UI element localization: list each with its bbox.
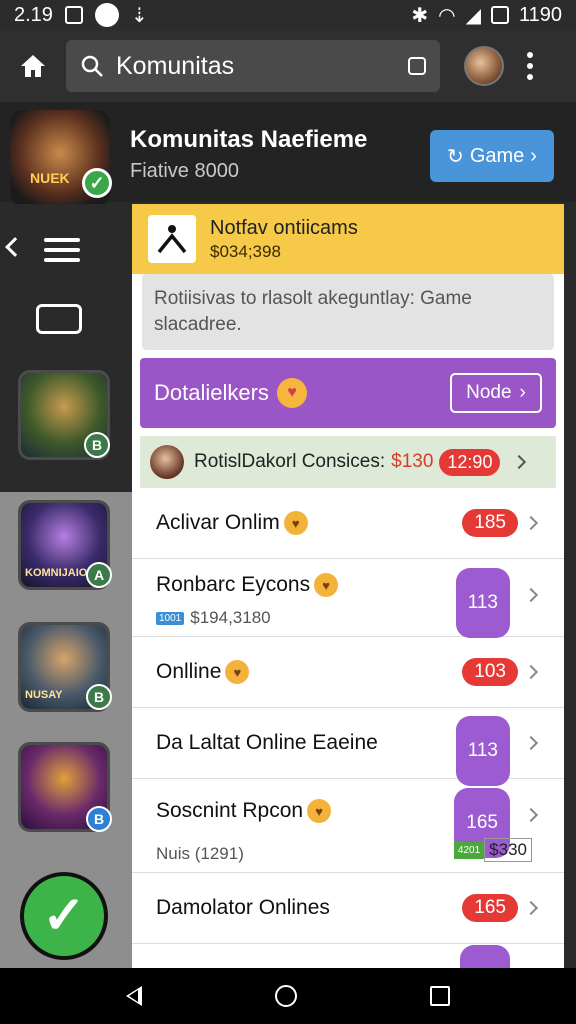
bluetooth-icon: ✱	[411, 4, 429, 27]
list-item[interactable]: Onlline ♥ 103	[132, 637, 564, 708]
game-logo-text: NUEK	[30, 170, 70, 186]
promo-banner[interactable]: Dotalielkers ♥ Node ›	[140, 358, 556, 428]
featured-item[interactable]: RotislDakorl Consices: $130 12:90	[140, 436, 556, 488]
featured-avatar	[150, 445, 184, 479]
tile-caption: NUSAY	[25, 689, 63, 701]
item-value: $330	[484, 838, 532, 862]
download-icon: ⇣	[130, 4, 148, 27]
item-name: Ronbarc Eycons	[156, 573, 311, 596]
heart-icon: ♥	[276, 378, 307, 408]
item-count: 185	[462, 509, 518, 537]
coin-icon: ♥	[307, 799, 332, 823]
chevron-right-icon: ›	[530, 144, 537, 167]
chevron-right-icon	[523, 900, 539, 916]
store-icon[interactable]	[36, 304, 82, 334]
notification-title: Notfav ontiicams	[210, 216, 358, 239]
item-count-partial	[459, 945, 510, 968]
verified-badge-icon: ✓	[82, 168, 112, 198]
chevron-right-icon	[523, 807, 539, 823]
coin-icon: ♥	[314, 573, 339, 597]
game-button-label: Game	[469, 144, 525, 167]
wifi-icon: ◠	[438, 4, 456, 27]
home-icon	[21, 55, 45, 77]
item-count: 113	[455, 568, 510, 638]
featured-badge: 12:90	[439, 448, 501, 476]
more-options-icon[interactable]	[520, 52, 540, 80]
chevron-right-icon: ›	[519, 382, 526, 403]
menu-icon[interactable]	[44, 238, 80, 262]
list-item[interactable]: Damolator Onlines 165	[132, 873, 564, 944]
tabs-icon[interactable]	[408, 57, 426, 75]
list-item[interactable]: Da Laltat Online Eaeine 113	[132, 708, 564, 786]
list-item[interactable]	[132, 944, 564, 968]
item-tag: 1001	[156, 611, 185, 625]
status-time: 2.19	[14, 3, 53, 26]
check-icon[interactable]: ✓	[20, 872, 108, 960]
community-panel: Notfav ontiicams $034;398 Rotiisivas to …	[132, 204, 564, 968]
item-subtext: Nuis (1291)	[156, 844, 244, 863]
tile-badge: B	[86, 684, 112, 710]
home-circle-icon[interactable]	[274, 985, 297, 1007]
featured-name: RotislDakorl Consices:	[194, 451, 386, 472]
chevron-right-icon	[523, 587, 539, 603]
gallery-icon	[64, 6, 83, 24]
tile-caption: KOMNIJAIO	[25, 567, 88, 579]
sim-icon	[490, 6, 509, 24]
notification-banner[interactable]: Notfav ontiicams $034;398	[132, 204, 564, 274]
tile-badge: B	[84, 432, 110, 458]
tile-badge: B	[86, 806, 112, 832]
signal-icon: ◢	[465, 4, 481, 27]
back-icon[interactable]	[126, 986, 143, 1006]
item-name: Aclivar Onlim	[156, 511, 280, 534]
system-nav-bar	[0, 968, 576, 1024]
node-button[interactable]: Node ›	[450, 373, 542, 413]
item-subtext: $194,3180	[190, 608, 271, 627]
page-subtitle: Fiative 8000	[130, 160, 239, 182]
recents-icon[interactable]	[429, 986, 450, 1006]
page-title: Komunitas Naefieme	[130, 126, 368, 153]
coin-icon: ♥	[283, 511, 308, 535]
person-icon	[148, 215, 196, 263]
battery-level: 1190	[518, 3, 562, 26]
list-item[interactable]: Ronbarc Eycons ♥ 113 1001 $194,3180	[132, 559, 564, 638]
game-button[interactable]: ↻ Game ›	[430, 130, 554, 182]
notification-amount: $034;398	[210, 241, 281, 261]
search-bar[interactable]: Komunitas	[66, 40, 440, 92]
item-name: Damolator Onlines	[156, 896, 330, 919]
item-count: 103	[462, 658, 518, 686]
chevron-right-icon	[523, 664, 539, 680]
chevron-right-icon	[512, 454, 527, 470]
item-name: Da Laltat Online Eaeine	[156, 731, 378, 754]
item-name: Soscnint Rpcon	[156, 799, 304, 822]
chevron-right-icon	[523, 515, 539, 531]
chevron-right-icon	[523, 735, 539, 751]
list-item[interactable]: Soscnint Rpcon ♥ 165 Nuis (1291) 4201 $33…	[132, 779, 564, 873]
app-bar: Komunitas	[0, 30, 576, 102]
item-count: 113	[455, 716, 510, 786]
home-button[interactable]	[0, 30, 66, 102]
promo-label: Dotalielkers	[154, 380, 269, 405]
featured-price: $130	[391, 451, 434, 472]
item-name: Onlline	[156, 660, 222, 683]
list-item[interactable]: Aclivar Onlim ♥ 185	[132, 488, 564, 559]
search-text[interactable]: Komunitas	[116, 52, 408, 81]
search-icon	[81, 55, 103, 77]
item-count: 165	[462, 894, 518, 922]
item-tag: 4201	[453, 841, 485, 859]
profile-avatar[interactable]	[464, 46, 504, 86]
refresh-icon: ↻	[447, 145, 464, 168]
node-button-label: Node	[466, 382, 512, 403]
messenger-icon	[94, 3, 119, 27]
description-text: Rotiisivas to rlasolt akeguntlay: Game s…	[142, 274, 554, 350]
tile-badge: A	[86, 562, 112, 588]
status-bar: 2.19 ⇣ ✱ ◠ ◢ 1190	[0, 0, 576, 30]
coin-icon: ♥	[225, 660, 250, 684]
